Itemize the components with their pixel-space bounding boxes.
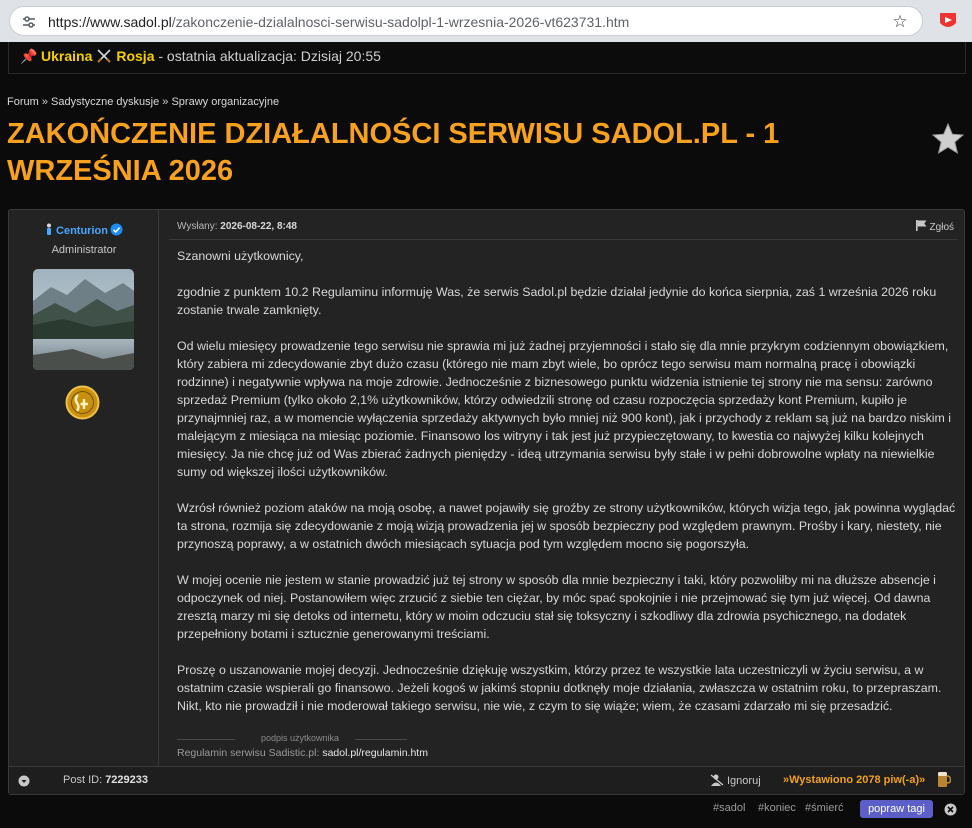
verified-icon [110, 223, 123, 236]
ignore-icon [710, 774, 724, 786]
post: Centurion Administrator Wysłany: 2026-08… [8, 209, 965, 795]
news-text[interactable]: Ukraina Rosja - ostatnia aktualizacja: Dz… [41, 48, 381, 64]
post-paragraph: W mojej ocenie nie jestem w stanie prowa… [177, 573, 936, 641]
close-icon[interactable] [944, 803, 957, 816]
signature-label: podpis użytkownika [261, 733, 340, 743]
signature-text: Regulamin serwisu Sadistic.pl: [177, 747, 323, 759]
post-id-label: Post ID: [63, 774, 106, 786]
post-date[interactable]: 2026-08-22, 8:48 [220, 221, 297, 232]
post-paragraph: Proszę o uszanowanie mojej decyzji. Jedn… [177, 663, 942, 713]
post-body: Szanowni użytkownicy, zgodnie z punktem … [177, 247, 960, 733]
report-button[interactable]: Zgłoś [915, 220, 954, 233]
user-icon [45, 223, 53, 236]
arrow-down-icon[interactable] [18, 774, 30, 787]
breadcrumb-section[interactable]: Sadystyczne dyskusje [51, 96, 159, 108]
post-meta: Wysłany: 2026-08-22, 8:48 [177, 221, 297, 232]
tag-item[interactable]: #śmierć [805, 802, 844, 814]
breadcrumb-separator: » [38, 96, 52, 108]
author-row: Centurion [9, 223, 159, 237]
author-name[interactable]: Centurion [56, 225, 108, 237]
pin-icon: 📌 [20, 48, 38, 64]
post-id: Post ID: 7229233 [63, 774, 148, 786]
breadcrumb-separator: » [159, 96, 172, 108]
news-update-time: - ostatnia aktualizacja: Dzisiaj 20:55 [154, 48, 381, 64]
post-author-panel: Centurion Administrator [9, 210, 159, 766]
post-id-value: 7229233 [105, 774, 149, 786]
tag-bar: #sadol #koniec #śmierć popraw tagi [0, 800, 972, 820]
browser-toolbar: https://www.sadol.pl/zakonczenie-dzialal… [0, 0, 972, 42]
signature-divider: podpis użytkownika [177, 733, 407, 745]
extension-icon[interactable] [936, 9, 960, 33]
favorite-star-icon[interactable] [931, 122, 965, 156]
crossed-swords-icon [96, 49, 112, 63]
post-paragraph: Wzrósł również poziom ataków na moją oso… [177, 501, 956, 551]
breadcrumb-forum[interactable]: Forum [7, 96, 39, 108]
signature-link[interactable]: sadol.pl/regulamin.htm [322, 747, 428, 759]
news-bar[interactable]: 📌 Ukraina Rosja - ostatnia aktualizacja: … [8, 42, 966, 74]
signature: Regulamin serwisu Sadistic.pl: sadol.pl/… [177, 747, 428, 759]
edit-tags-button[interactable]: popraw tagi [860, 800, 933, 818]
page-title: ZAKOŃCZENIE DZIAŁALNOŚCI SERWISU SADOL.P… [7, 118, 780, 187]
url-path: /zakonczenie-dzialalnosci-serwisu-sadolp… [171, 14, 630, 30]
ignore-button[interactable]: Ignoruj [710, 774, 761, 787]
badge-icon[interactable] [65, 385, 100, 420]
news-rosja[interactable]: Rosja [116, 48, 154, 64]
bookmark-star-icon[interactable]: ☆ [890, 12, 910, 32]
post-paragraph: Od wielu miesięcy prowadzenie tego serwi… [177, 339, 952, 479]
breadcrumb-subsection[interactable]: Sprawy organizacyjne [171, 96, 279, 108]
address-bar[interactable]: https://www.sadol.pl/zakonczenie-dzialal… [9, 6, 923, 36]
url-text[interactable]: https://www.sadol.pl/zakonczenie-dzialal… [48, 14, 629, 30]
post-content-panel: Wysłany: 2026-08-22, 8:48 Zgłoś Szanowni… [160, 210, 964, 766]
post-meta-label: Wysłany: [177, 221, 221, 232]
post-footer: Post ID: 7229233 Ignoruj »Wystawiono 207… [9, 766, 964, 794]
news-ukraina[interactable]: Ukraina [41, 48, 92, 64]
avatar[interactable] [33, 269, 134, 370]
beers-label: Wystawiono 2078 piw(-a) [789, 774, 920, 786]
author-role: Administrator [51, 244, 117, 256]
breadcrumb: Forum » Sadystyczne dyskusje » Sprawy or… [7, 96, 279, 108]
tag-item[interactable]: #sadol [713, 802, 745, 814]
post-paragraph: Szanowni użytkownicy, [177, 249, 304, 263]
flag-icon [915, 220, 927, 231]
tag-item[interactable]: #koniec [758, 802, 796, 814]
report-label: Zgłoś [929, 222, 954, 233]
ignore-label: Ignoruj [727, 775, 761, 787]
meta-divider [169, 239, 957, 240]
beer-icon[interactable] [937, 770, 952, 788]
tune-icon[interactable] [20, 13, 38, 31]
post-paragraph: zgodnie z punktem 10.2 Regulaminu inform… [177, 285, 937, 317]
beers-given[interactable]: »Wystawiono 2078 piw(-a)» [783, 774, 925, 786]
url-host: https://www.sadol.pl [48, 14, 172, 30]
